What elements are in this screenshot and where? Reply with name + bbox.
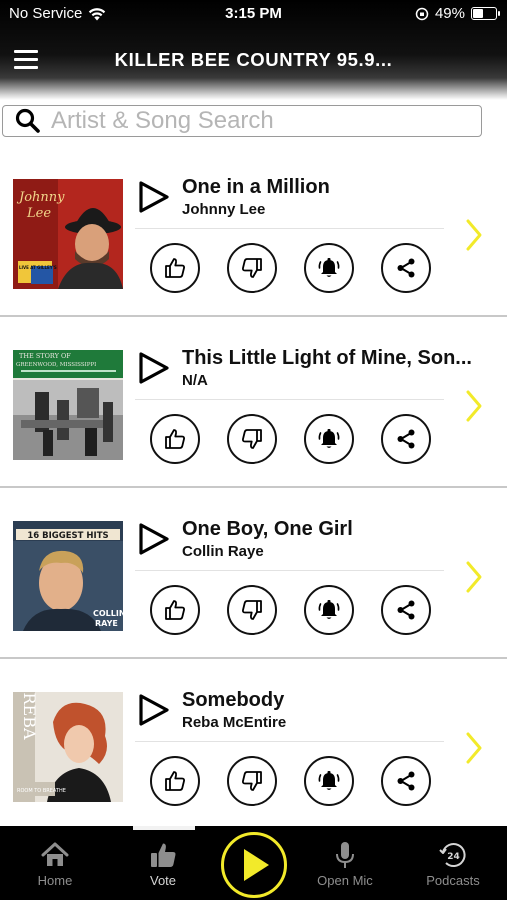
divider [135, 570, 444, 571]
chevron-right-icon[interactable] [464, 560, 484, 594]
active-tab-indicator [133, 826, 195, 830]
share-icon [397, 258, 415, 278]
thumbs-down-button[interactable] [227, 243, 277, 293]
song-title: One in a Million [182, 176, 330, 198]
nav-home[interactable]: Home [15, 840, 95, 888]
alert-button[interactable] [304, 585, 354, 635]
podcasts-24-icon: 24 [439, 843, 466, 868]
song-artist: Collin Raye [182, 543, 264, 560]
play-icon[interactable] [135, 521, 171, 557]
hamburger-menu-icon[interactable] [14, 50, 38, 70]
album-art: 16 BIGGEST HITS COLLIN RAYE [13, 521, 123, 631]
song-artist: Reba McEntire [182, 714, 287, 731]
divider [135, 741, 444, 742]
album-text: 16 BIGGEST HITS [27, 531, 108, 541]
song-artist: N/A [182, 372, 208, 389]
nav-podcasts[interactable]: 24 Podcasts [413, 840, 493, 888]
nav-home-label: Home [37, 873, 73, 888]
play-icon [244, 849, 269, 881]
thumbs-down-button[interactable] [227, 414, 277, 464]
play-icon[interactable] [135, 179, 171, 215]
album-text: Lee [26, 206, 51, 221]
chevron-right-icon[interactable] [464, 389, 484, 423]
song-title: One Boy, One Girl [182, 518, 353, 540]
nav-open-mic-label: Open Mic [317, 873, 373, 888]
share-icon [397, 771, 415, 791]
album-art: REBA ROOM TO BREATHE [13, 692, 123, 802]
home-icon [41, 842, 69, 866]
album-text: COLLIN [93, 609, 123, 618]
share-icon [397, 429, 415, 449]
thumbs-up-icon [151, 843, 176, 867]
album-text: ROOM TO BREATHE [17, 788, 66, 794]
share-icon [397, 600, 415, 620]
battery-icon [471, 7, 500, 20]
station-title: KILLER BEE COUNTRY 95.9... [114, 49, 393, 70]
thumbs-down-icon [242, 600, 262, 620]
thumbs-up-button[interactable] [150, 243, 200, 293]
share-button[interactable] [381, 756, 431, 806]
podcasts-badge: 24 [447, 852, 460, 862]
play-icon[interactable] [135, 350, 171, 386]
song-row: Johnny Lee LIVE AT GILLEY'S One in a Mil… [0, 146, 507, 317]
album-text: Johnny [16, 190, 65, 205]
share-button[interactable] [381, 243, 431, 293]
thumbs-down-icon [242, 429, 262, 449]
album-text: GREENWOOD, MISSISSIPPI [16, 362, 96, 368]
alarm-bell-icon [318, 258, 340, 277]
nav-vote-label: Vote [149, 873, 177, 888]
song-row: REBA ROOM TO BREATHE Somebody Reba McEnt… [0, 659, 507, 830]
alert-button[interactable] [304, 414, 354, 464]
nav-podcasts-label: Podcasts [426, 873, 480, 888]
microphone-icon [336, 842, 354, 868]
thumbs-up-icon [165, 600, 185, 620]
thumbs-up-icon [165, 771, 185, 791]
album-art: Johnny Lee LIVE AT GILLEY'S [13, 179, 123, 289]
alarm-bell-icon [318, 600, 340, 619]
album-text: THE STORY OF [19, 352, 71, 360]
alarm-bell-icon [318, 429, 340, 448]
divider [135, 228, 444, 229]
chevron-right-icon[interactable] [464, 731, 484, 765]
thumbs-up-icon [165, 258, 185, 278]
thumbs-up-button[interactable] [150, 756, 200, 806]
search-input[interactable] [51, 106, 481, 136]
song-row: 16 BIGGEST HITS COLLIN RAYE One Boy, One… [0, 488, 507, 659]
album-art: THE STORY OF GREENWOOD, MISSISSIPPI [13, 350, 123, 460]
alert-button[interactable] [304, 243, 354, 293]
album-text: LIVE AT GILLEY'S [19, 265, 57, 270]
search-bar[interactable] [2, 105, 482, 137]
divider [135, 399, 444, 400]
nav-open-mic[interactable]: Open Mic [305, 840, 385, 888]
thumbs-down-icon [242, 258, 262, 278]
alert-button[interactable] [304, 756, 354, 806]
orientation-lock-icon [415, 7, 429, 20]
song-title: This Little Light of Mine, Son... [182, 347, 472, 369]
song-row: THE STORY OF GREENWOOD, MISSISSIPPI This… [0, 317, 507, 488]
status-right: 49% [415, 5, 500, 22]
thumbs-up-icon [165, 429, 185, 449]
song-title: Somebody [182, 689, 285, 711]
center-play-button[interactable] [221, 832, 287, 898]
thumbs-down-button[interactable] [227, 585, 277, 635]
chevron-right-icon[interactable] [464, 218, 484, 252]
nav-vote[interactable]: Vote [123, 840, 203, 888]
album-text: REBA [20, 692, 39, 739]
album-text: RAYE [95, 619, 118, 628]
thumbs-up-button[interactable] [150, 585, 200, 635]
share-button[interactable] [381, 585, 431, 635]
app-header: No Service 3:15 PM 49% KILLER BEE COUNTR… [0, 0, 507, 100]
thumbs-down-icon [242, 771, 262, 791]
share-button[interactable] [381, 414, 431, 464]
thumbs-down-button[interactable] [227, 756, 277, 806]
battery-level [473, 9, 483, 18]
play-icon[interactable] [135, 692, 171, 728]
status-bar: No Service 3:15 PM 49% [0, 0, 507, 28]
alarm-bell-icon [318, 771, 340, 790]
search-icon [15, 108, 40, 133]
battery-percent: 49% [434, 5, 465, 22]
thumbs-up-button[interactable] [150, 414, 200, 464]
song-artist: Johnny Lee [182, 201, 266, 218]
